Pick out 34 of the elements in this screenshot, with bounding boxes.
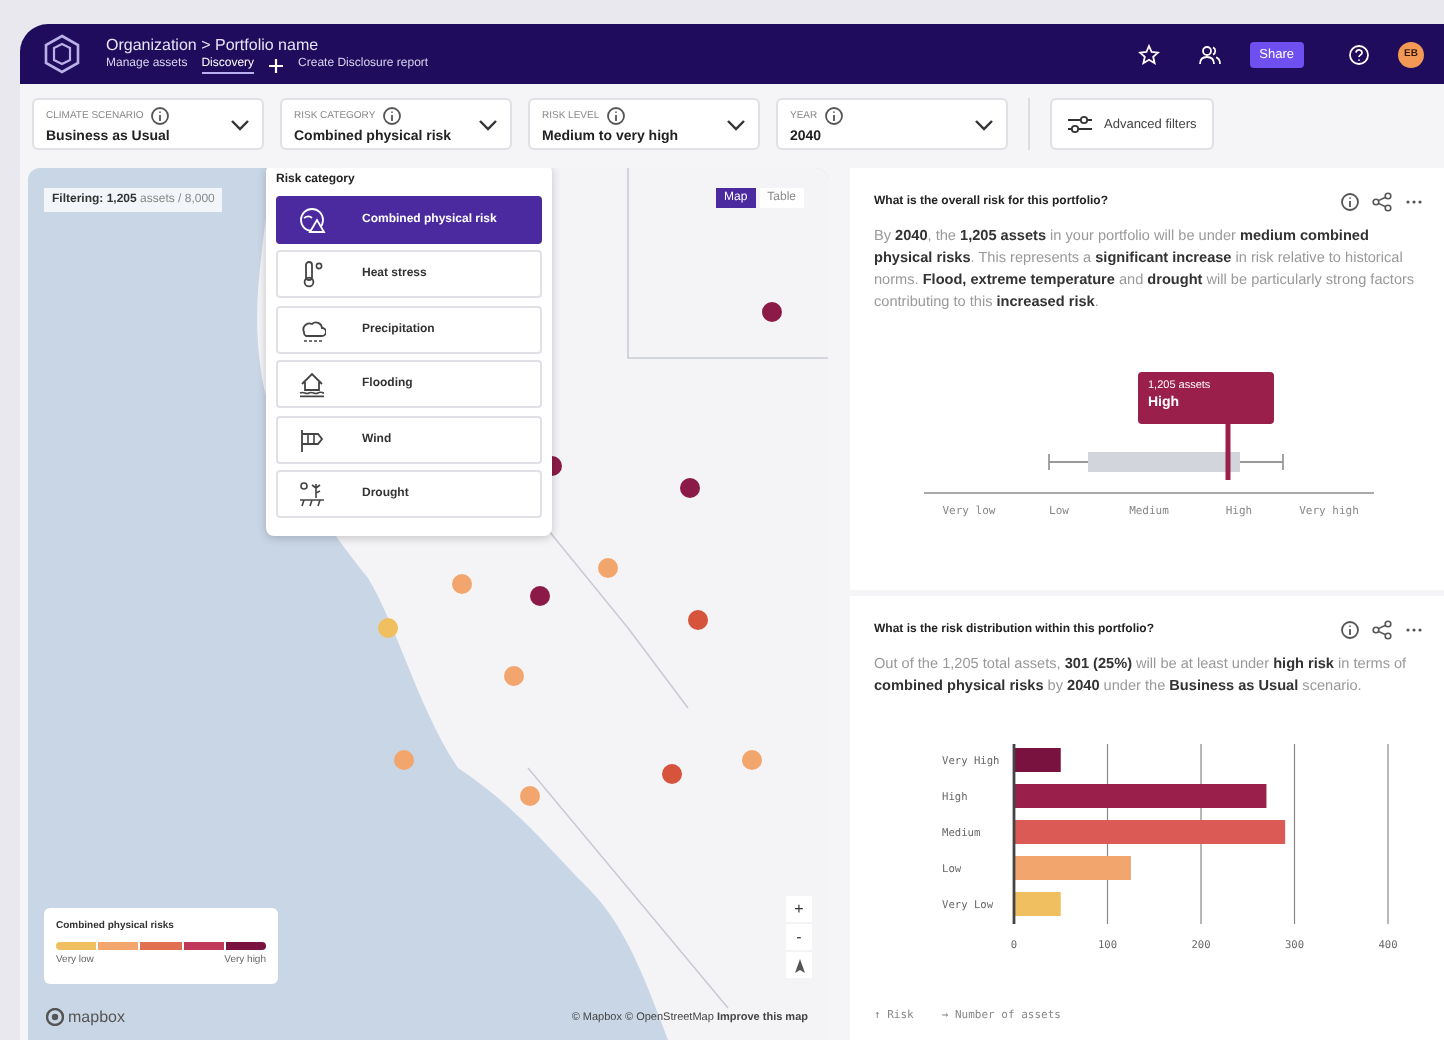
help-icon[interactable] <box>1348 43 1370 65</box>
bar[interactable] <box>1014 892 1061 916</box>
zoom-out-button[interactable]: - <box>786 924 812 950</box>
chevron-down-icon <box>478 117 498 131</box>
share-icon[interactable] <box>1372 192 1392 212</box>
compass-button[interactable] <box>786 952 812 978</box>
zoom-in-button[interactable]: + <box>786 896 812 922</box>
heat-risk-icon <box>298 260 326 288</box>
asset-marker[interactable] <box>378 618 398 638</box>
combined-risk-icon <box>298 205 326 233</box>
info-icon[interactable] <box>149 105 170 125</box>
map-view[interactable] <box>28 168 828 1040</box>
breadcrumb-title: Organization > Portfolio name <box>106 35 321 53</box>
flooding-risk-icon <box>298 370 326 398</box>
chevron-down-icon <box>230 117 250 131</box>
info-icon[interactable] <box>1340 620 1360 640</box>
info-icon[interactable] <box>823 105 844 125</box>
info-icon[interactable] <box>605 105 626 125</box>
compass-icon <box>793 957 805 973</box>
mapbox-logo-text: mapbox <box>68 1008 125 1026</box>
asset-marker[interactable] <box>394 750 414 770</box>
chevron-down-icon <box>974 117 994 131</box>
users-icon[interactable] <box>1197 43 1222 65</box>
info-icon[interactable] <box>381 105 402 125</box>
sliders-icon <box>1068 114 1092 134</box>
hexagon-logo-icon[interactable] <box>44 34 80 74</box>
plus-icon[interactable] <box>268 57 285 73</box>
star-icon[interactable] <box>1137 43 1160 65</box>
wind-risk-icon <box>298 425 326 453</box>
info-icon[interactable] <box>1340 192 1360 212</box>
share-icon[interactable] <box>1372 620 1392 640</box>
drought-risk-icon <box>298 480 326 508</box>
chevron-down-icon <box>726 117 746 131</box>
mapbox-logo-icon <box>46 1008 64 1026</box>
